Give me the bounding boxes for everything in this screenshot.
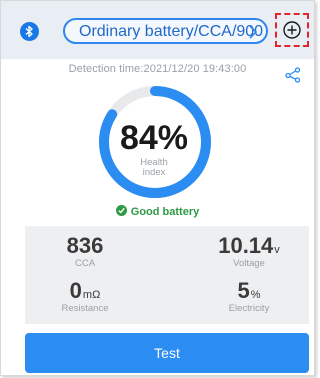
health-label-line2: index — [142, 167, 166, 178]
chevron-right-icon — [249, 25, 258, 39]
electricity-unit: % — [250, 289, 261, 301]
battery-mode-selector[interactable]: Ordinary battery/CCA/900 — [63, 18, 268, 44]
metric-resistance: 0mΩ Resistance — [35, 278, 135, 314]
battery-status-text: Good battery — [130, 206, 200, 218]
check-circle-icon — [115, 205, 127, 216]
bluetooth-icon[interactable] — [20, 22, 39, 41]
battery-status: Good battery — [1, 205, 314, 218]
test-button[interactable]: Test — [25, 333, 309, 373]
detection-time: Detection time:2021/12/20 19:43:00 — [68, 63, 247, 75]
add-circle-icon — [283, 21, 301, 39]
result-content: Detection time:2021/12/20 19:43:00 84% H… — [1, 59, 314, 375]
health-percent: 84% — [119, 119, 189, 157]
voltage-unit: v — [274, 244, 280, 256]
resistance-unit: mΩ — [82, 289, 101, 301]
add-button[interactable] — [275, 13, 309, 47]
voltage-label: Voltage — [233, 258, 265, 269]
electricity-label: Electricity — [228, 303, 270, 314]
top-bar: Ordinary battery/CCA/900 — [1, 1, 314, 59]
voltage-value: 10.14 — [218, 233, 274, 258]
resistance-value: 0 — [69, 278, 82, 303]
metric-electricity: 5% Electricity — [199, 278, 299, 314]
electricity-value: 5 — [237, 278, 250, 303]
battery-test-screen: Ordinary battery/CCA/900 Detection time:… — [0, 0, 315, 376]
cca-value: 836 — [66, 233, 104, 258]
cca-label: CCA — [74, 258, 96, 269]
metrics-panel: 836 CCA 10.14v Voltage 0mΩ Resistance 5%… — [25, 226, 309, 324]
resistance-label: Resistance — [61, 303, 109, 314]
metric-cca: 836 CCA — [35, 233, 135, 269]
battery-mode-label: Ordinary battery/CCA/900 — [79, 23, 264, 40]
share-icon[interactable] — [285, 67, 301, 83]
metric-voltage: 10.14v Voltage — [199, 233, 299, 269]
